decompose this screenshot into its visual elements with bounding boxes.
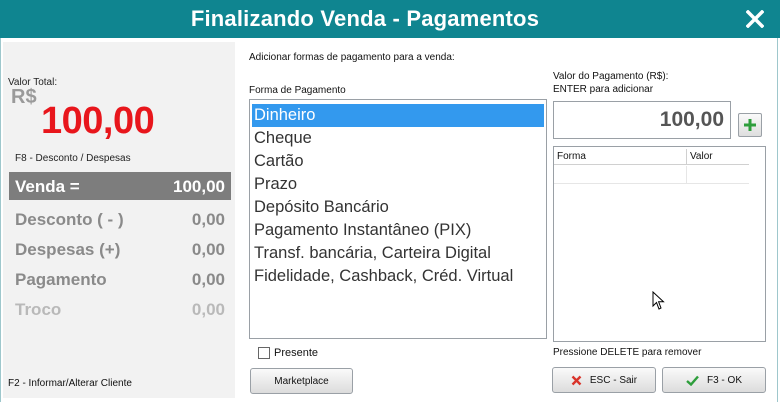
desconto-row: Desconto ( - ) 0,00 <box>9 208 231 232</box>
amount-label: Valor do Pagamento (R$): <box>553 71 669 82</box>
confirm-button[interactable]: F3 - OK <box>662 367 766 393</box>
confirm-label: F3 - OK <box>706 374 742 386</box>
payments-grid[interactable]: Forma Valor <box>553 146 766 342</box>
close-button[interactable] <box>738 4 772 34</box>
presente-checkbox-box[interactable] <box>258 347 270 359</box>
currency-symbol: R$ <box>11 86 37 108</box>
desconto-label: Desconto ( - ) <box>15 210 124 229</box>
exit-label: ESC - Sair <box>589 374 638 386</box>
despesas-row: Despesas (+) 0,00 <box>9 238 231 262</box>
check-icon <box>686 375 699 386</box>
despesas-value: 0,00 <box>191 240 225 259</box>
payment-method-item[interactable]: Pagamento Instantâneo (PIX) <box>252 219 544 242</box>
pagamento-label: Pagamento <box>15 270 107 289</box>
exit-button[interactable]: ESC - Sair <box>552 367 656 393</box>
despesas-label: Despesas (+) <box>15 240 121 259</box>
grid-header: Forma Valor <box>554 149 749 165</box>
x-icon <box>571 375 582 385</box>
amount-input[interactable]: 100,00 <box>553 101 731 139</box>
troco-row: Troco 0,00 <box>9 298 231 322</box>
payment-header: Adicionar formas de pagamento para a ven… <box>249 52 455 63</box>
payment-method-item[interactable]: Transf. bancária, Carteira Digital <box>252 242 544 265</box>
dialog-title: Finalizando Venda - Pagamentos <box>190 6 540 31</box>
payment-method-item[interactable]: Cheque <box>252 127 544 150</box>
grid-col-valor: Valor <box>690 151 713 162</box>
summary-panel: Valor Total: R$ 100,00 F8 - Desconto / D… <box>3 42 235 398</box>
client-hint: F2 - Informar/Alterar Cliente <box>8 378 132 389</box>
pagamento-value: 0,00 <box>191 270 225 289</box>
marketplace-button[interactable]: Marketplace <box>250 368 353 394</box>
venda-value: 100,00 <box>173 177 225 196</box>
payment-method-item[interactable]: Cartão <box>252 150 544 173</box>
grid-empty-row <box>554 166 749 184</box>
discount-hint: F8 - Desconto / Despesas <box>15 153 131 164</box>
venda-label: Venda = <box>15 177 80 196</box>
marketplace-label: Marketplace <box>274 375 329 387</box>
payment-method-item[interactable]: Prazo <box>252 173 544 196</box>
pagamento-row: Pagamento 0,00 <box>9 268 231 292</box>
mouse-pointer-icon <box>652 291 665 310</box>
payment-dialog: Finalizando Venda - Pagamentos Valor Tot… <box>0 0 780 402</box>
troco-value: 0,00 <box>191 300 225 319</box>
presente-checkbox[interactable]: Presente <box>258 345 318 361</box>
delete-hint: Pressione DELETE para remover <box>553 347 702 358</box>
total-value: 100,00 <box>41 100 155 142</box>
payment-method-list[interactable]: Dinheiro Cheque Cartão Prazo Depósito Ba… <box>249 99 547 339</box>
title-bar: Finalizando Venda - Pagamentos <box>0 0 780 38</box>
grid-col-forma: Forma <box>557 151 586 162</box>
amount-enter-hint: ENTER para adicionar <box>553 84 654 95</box>
payment-method-item[interactable]: Depósito Bancário <box>252 196 544 219</box>
add-payment-button[interactable] <box>738 113 762 137</box>
troco-label: Troco <box>15 300 62 319</box>
desconto-value: 0,00 <box>191 210 225 229</box>
payment-list-label: Forma de Pagamento <box>249 85 346 96</box>
close-icon <box>746 10 764 28</box>
plus-icon <box>744 119 756 131</box>
payment-method-item[interactable]: Dinheiro <box>252 104 544 127</box>
presente-label: Presente <box>274 347 319 359</box>
venda-row: Venda = 100,00 <box>9 172 231 200</box>
payment-method-item[interactable]: Fidelidade, Cashback, Créd. Virtual <box>252 265 544 288</box>
